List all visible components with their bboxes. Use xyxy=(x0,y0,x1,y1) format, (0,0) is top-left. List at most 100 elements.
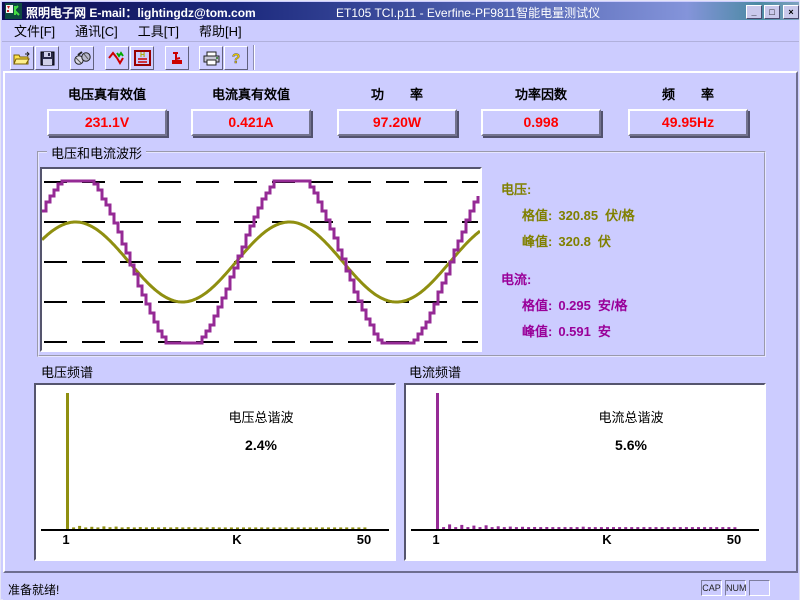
save-button[interactable] xyxy=(35,46,59,70)
harmonic-bar xyxy=(351,527,354,529)
open-folder-icon xyxy=(13,51,31,65)
harmonic-bar xyxy=(691,527,694,529)
harmonic-bar xyxy=(509,527,512,529)
voltage-waveform xyxy=(42,222,480,302)
current-per-div-label: 格值: xyxy=(522,298,552,313)
harmonic-bar xyxy=(181,527,184,529)
current-spectrum-tick-k: K xyxy=(602,532,611,547)
close-button[interactable]: × xyxy=(783,5,799,19)
harmonic-bar xyxy=(315,527,318,529)
harmonic-bar xyxy=(527,527,530,529)
voltage-peak-label: 峰值: xyxy=(522,234,552,249)
harmonic-bar xyxy=(606,527,609,529)
wave-plot xyxy=(40,167,482,352)
menu-item-tools[interactable]: 工具[T] xyxy=(132,19,185,42)
harmonic-bar xyxy=(90,527,93,529)
harmonic-bar xyxy=(139,527,142,529)
waveform-view-button[interactable] xyxy=(105,46,129,70)
harmonic-bar xyxy=(612,527,615,529)
voltage-peak-unit: 伏 xyxy=(598,234,611,249)
current-rms-value: 0.421A xyxy=(191,109,311,136)
wave-chart xyxy=(42,169,480,350)
test-icon xyxy=(169,50,185,66)
open-button[interactable] xyxy=(10,46,34,70)
current-spectrum-tick-1: 1 xyxy=(432,532,439,547)
harmonic-bar xyxy=(84,527,87,529)
voltage-per-div-unit: 伏/格 xyxy=(605,208,635,223)
app-icon xyxy=(5,3,22,19)
harmonic-bar xyxy=(327,527,330,529)
harmonic-bar xyxy=(157,527,160,529)
toolbar-divider xyxy=(253,45,255,70)
wave-groupbox-title: 电压和电流波形 xyxy=(47,143,146,162)
lighting-logo-icon xyxy=(5,3,22,19)
harmonic-bar xyxy=(200,527,203,529)
harmonic-bar xyxy=(230,527,233,529)
current-spectrum-bars xyxy=(406,385,764,559)
harmonic-bar xyxy=(539,527,542,529)
voltage-per-div-label: 格值: xyxy=(522,208,552,223)
harmonic-bar xyxy=(121,527,124,529)
harmonic-bar xyxy=(497,526,500,529)
current-thd-title: 电流总谐波 xyxy=(598,407,663,426)
print-button[interactable] xyxy=(199,46,223,70)
harmonic-bar xyxy=(66,393,69,529)
svg-text:H: H xyxy=(139,52,144,59)
harmonics-list-button[interactable]: H xyxy=(130,46,154,70)
harmonic-bar xyxy=(472,526,475,529)
harmonic-bar xyxy=(285,527,288,529)
harmonic-bar xyxy=(721,527,724,529)
harmonic-bar xyxy=(703,527,706,529)
harmonic-bar xyxy=(485,525,488,529)
harmonics-list-icon: H xyxy=(134,50,151,66)
harmonic-bar xyxy=(206,527,209,529)
maximize-button[interactable]: □ xyxy=(764,5,780,19)
menu-item-file[interactable]: 文件[F] xyxy=(8,19,61,42)
harmonic-bar xyxy=(279,527,282,529)
harmonic-bar xyxy=(673,527,676,529)
power-factor-label: 功率因数 xyxy=(480,84,602,103)
harmonic-bar xyxy=(636,527,639,529)
harmonic-bar xyxy=(564,527,567,529)
harmonic-bar xyxy=(491,527,494,529)
search-button[interactable] xyxy=(70,46,94,70)
close-icon: × xyxy=(788,7,793,17)
harmonic-bar xyxy=(685,527,688,529)
menu-item-comm[interactable]: 通讯[C] xyxy=(69,19,124,42)
power-factor-value: 0.998 xyxy=(481,109,601,136)
voltage-rms-label: 电压真有效值 xyxy=(46,84,168,103)
voltage-info-header: 电压: xyxy=(501,179,531,198)
harmonic-bar xyxy=(557,527,560,529)
menu-item-help[interactable]: 帮助[H] xyxy=(193,19,248,42)
indicator-blank xyxy=(749,580,770,596)
harmonic-bar xyxy=(551,527,554,529)
harmonic-bar xyxy=(115,527,118,529)
power-value: 97.20W xyxy=(337,109,457,136)
voltage-spectrum-chart: 电压总谐波 2.4% 1 K 50 xyxy=(34,383,396,561)
harmonic-bar xyxy=(248,527,251,529)
harmonic-bar xyxy=(127,527,130,529)
status-message: 准备就绪! xyxy=(8,581,59,598)
svg-text:?: ? xyxy=(232,50,241,66)
harmonic-bar xyxy=(309,527,312,529)
harmonic-bar xyxy=(333,527,336,529)
harmonic-bar xyxy=(679,527,682,529)
harmonic-bar xyxy=(357,527,360,529)
help-button[interactable]: ? xyxy=(224,46,248,70)
harmonic-bar xyxy=(594,527,597,529)
voltage-thd-title: 电压总谐波 xyxy=(228,407,293,426)
harmonic-bar xyxy=(303,527,306,529)
harmonic-bar xyxy=(272,527,275,529)
voltage-spectrum-tick-k: K xyxy=(232,532,241,547)
test-button[interactable] xyxy=(165,46,189,70)
harmonic-bar xyxy=(72,527,75,529)
harmonic-bar xyxy=(133,527,136,529)
harmonic-bar xyxy=(727,527,730,529)
harmonic-bar xyxy=(570,527,573,529)
harmonic-bar xyxy=(661,527,664,529)
harmonic-bar xyxy=(175,527,178,529)
minimize-button[interactable]: _ xyxy=(746,5,762,19)
harmonic-bar xyxy=(576,527,579,529)
harmonic-bar xyxy=(655,527,658,529)
voltage-per-div-value: 320.85 xyxy=(558,208,598,223)
